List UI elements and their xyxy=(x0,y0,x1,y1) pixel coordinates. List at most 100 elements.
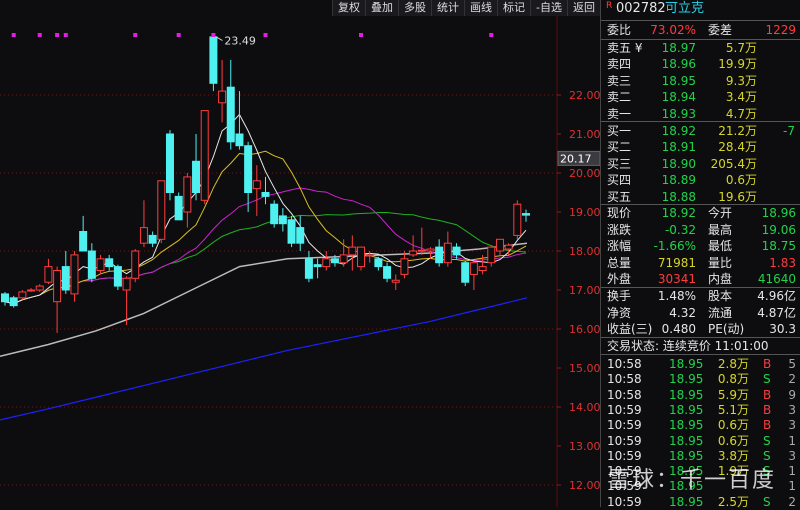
y-tick-label: 18.00 xyxy=(569,245,600,258)
toolbar-button-7[interactable]: 返回 xyxy=(567,0,600,16)
fund-value: 1.48% xyxy=(657,289,696,303)
trade-price: 18.95 xyxy=(669,387,704,402)
r-badge: R xyxy=(606,1,613,11)
event-marker xyxy=(63,33,68,37)
trade-count: 3 xyxy=(788,402,796,417)
trade-row: 10:58 18.95 2.8万 B 5 xyxy=(601,356,800,372)
candle-down xyxy=(174,195,183,221)
y-tick-label: 14.00 xyxy=(569,401,600,414)
trade-time: 10:59 xyxy=(607,402,642,417)
quote-label: 涨跌 xyxy=(607,222,632,237)
candle-down xyxy=(452,246,461,256)
trade-time: 10:58 xyxy=(607,387,642,402)
trade-price: 18.95 xyxy=(669,372,704,387)
trade-time: 10:59 xyxy=(607,494,642,509)
buy-level-label: 买五 xyxy=(607,189,632,204)
candle-down xyxy=(209,36,218,84)
high-price-label: 23.49 xyxy=(224,35,256,48)
candle-down xyxy=(270,203,279,225)
buy-price: 18.88 xyxy=(661,189,696,204)
trade-row: 10:59 18.95 1 xyxy=(601,478,800,494)
trade-count: 3 xyxy=(788,448,796,463)
trade-side: S xyxy=(763,494,771,509)
y-tick-label: 17.00 xyxy=(569,284,600,297)
ma5-line xyxy=(4,113,527,305)
candle-up xyxy=(478,266,487,272)
candle-down xyxy=(165,133,174,193)
candle-down xyxy=(287,219,296,244)
candle-up xyxy=(27,289,36,292)
candle-down xyxy=(1,293,9,303)
buy-row: 买二 18.91 28.4万 xyxy=(601,139,800,155)
quote-value: 41640 xyxy=(757,272,796,286)
candle-down xyxy=(61,266,70,291)
quote-label: 最高 xyxy=(708,222,733,237)
candle-up xyxy=(400,258,409,275)
trade-volume: 0.8万 xyxy=(717,372,749,387)
fund-value: 4.87亿 xyxy=(757,305,796,320)
trade-count: 2 xyxy=(788,372,796,387)
quote-label: 量比 xyxy=(708,255,733,270)
candle-up xyxy=(322,258,331,268)
toolbar-button-3[interactable]: 统计 xyxy=(431,0,464,16)
sell-row: 卖一 18.93 4.7万 xyxy=(601,106,800,122)
candle-down xyxy=(304,258,313,279)
trade-price: 18.95 xyxy=(669,464,704,479)
candle-down xyxy=(105,258,114,268)
trade-count: 5 xyxy=(788,357,796,371)
y-tick-label: 20.00 xyxy=(569,167,600,180)
sell-row: 卖二 18.94 3.4万 xyxy=(601,89,800,105)
trade-volume: 3.8万 xyxy=(717,448,749,463)
quote-value: 18.92 xyxy=(661,206,696,220)
toolbar-button-6[interactable]: -自选 xyxy=(530,0,567,16)
buy-volume: 205.4万 xyxy=(710,156,757,171)
toolbar-button-5[interactable]: 标记 xyxy=(497,0,530,16)
candle-up xyxy=(252,180,261,190)
candle-up xyxy=(200,110,209,201)
quote-row: 涨跌 -0.32 最高 19.06 xyxy=(601,222,800,238)
trade-time: 10:59 xyxy=(607,464,642,479)
candle-up xyxy=(53,270,62,303)
event-marker xyxy=(55,33,60,37)
sell-row: 卖五 ¥ 18.97 5.7万 xyxy=(601,40,800,56)
y-tick-label: 19.00 xyxy=(569,206,600,219)
weibi-value: 73.02% xyxy=(650,23,696,37)
sell-volume: 19.9万 xyxy=(718,57,757,72)
buy-price: 18.90 xyxy=(661,156,696,171)
candle-down xyxy=(374,258,383,268)
trade-count: 3 xyxy=(788,418,796,433)
candle-up xyxy=(495,238,504,252)
toolbar-button-2[interactable]: 多股 xyxy=(398,0,431,16)
candle-down xyxy=(79,231,88,252)
buy-row: 买四 18.89 0.6万 xyxy=(601,172,800,188)
toolbar-button-1[interactable]: 叠加 xyxy=(365,0,398,16)
kline-chart[interactable]: 22.00 21.00 20.00 19.00 18.00 17.00 16.00 15.00… xyxy=(0,0,600,507)
candle-up xyxy=(122,277,131,291)
event-marker xyxy=(263,33,268,37)
fund-value: 30.3 xyxy=(769,322,796,336)
trade-time: 10:58 xyxy=(607,357,642,371)
candle-down xyxy=(278,215,287,225)
candle-up xyxy=(417,249,426,252)
trade-volume: 1.9万 xyxy=(717,464,749,479)
quote-label: 总量 xyxy=(607,255,632,270)
candle-down xyxy=(87,250,96,279)
toolbar-button-0[interactable]: 复权 xyxy=(332,0,365,16)
kline-svg[interactable]: 22.00 21.00 20.00 19.00 18.00 17.00 16.00 15.00… xyxy=(0,0,600,507)
trade-price: 18.95 xyxy=(669,433,704,448)
trade-side: B xyxy=(763,357,772,371)
trade-time: 10:58 xyxy=(607,372,642,387)
trade-row: 10:59 18.95 3.8万 S 3 xyxy=(601,448,800,464)
trade-volume: 0.6万 xyxy=(717,433,749,448)
trade-row: 10:59 18.95 0.6万 S 1 xyxy=(601,433,800,449)
candle-down xyxy=(235,133,244,147)
sell-level-label: 卖五 ¥ xyxy=(607,41,643,55)
buy-price: 18.92 xyxy=(661,124,696,138)
toolbar-button-4[interactable]: 画线 xyxy=(464,0,497,16)
trade-side: B xyxy=(763,402,772,417)
quote-row: 总量 71981 量比 1.83 xyxy=(601,255,800,271)
buy-level-label: 买三 xyxy=(607,156,632,171)
trade-count: 2 xyxy=(788,494,796,509)
sell-level-label: 卖二 xyxy=(607,90,632,105)
candle-up xyxy=(18,291,27,299)
